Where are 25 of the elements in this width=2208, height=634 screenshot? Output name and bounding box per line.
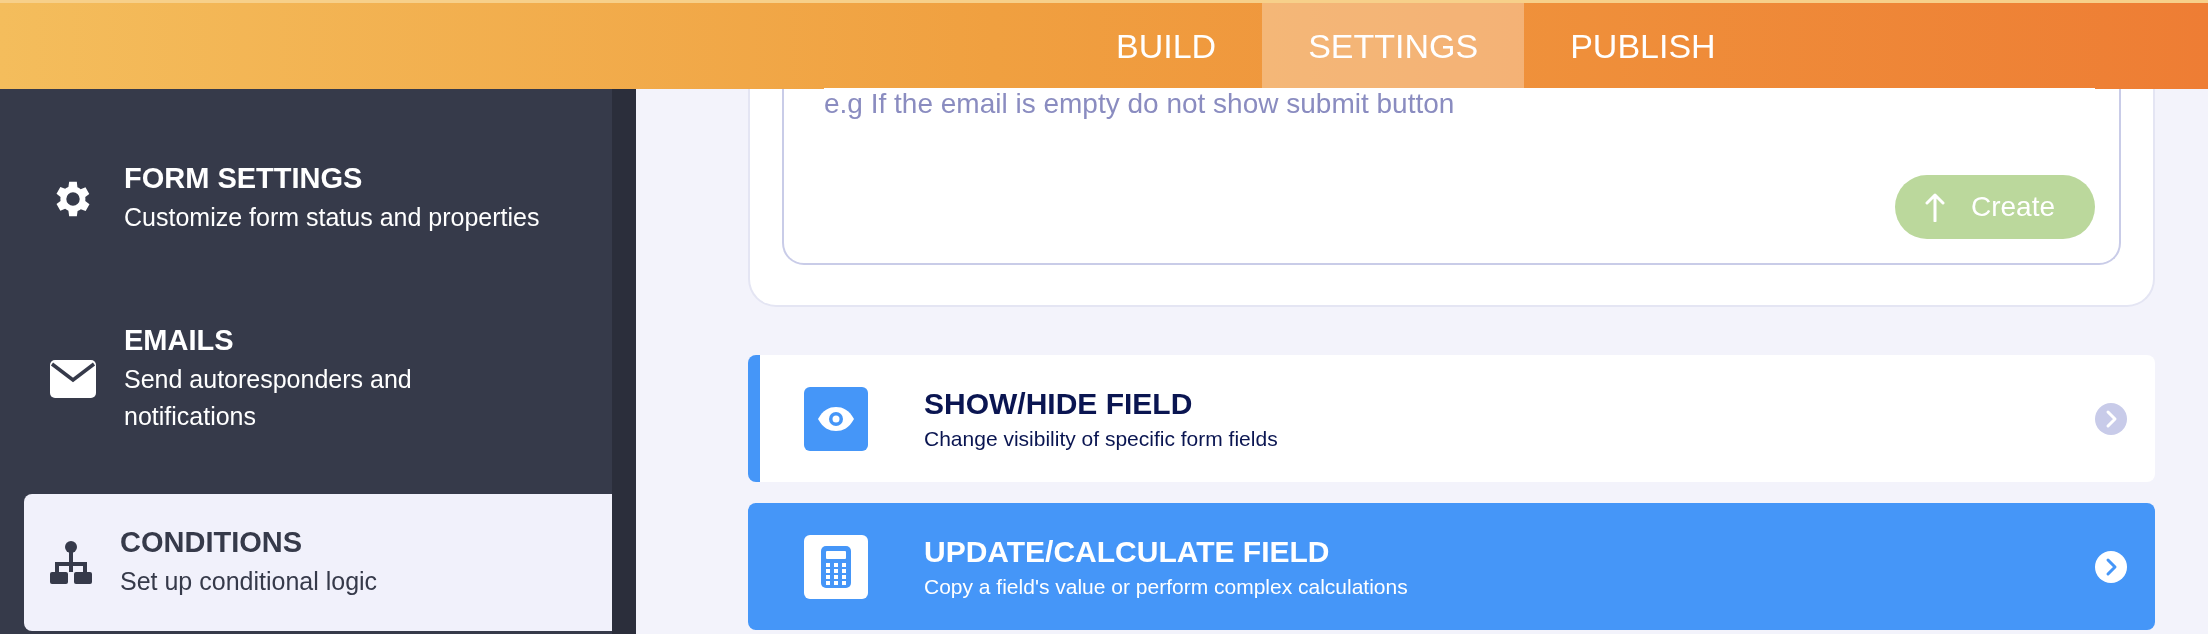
condition-type-subtitle: Change visibility of specific form fields — [924, 426, 1279, 451]
sidebar-item[interactable]: FORM SETTINGS Customize form status and properties — [24, 134, 612, 264]
hierarchy-icon — [50, 539, 92, 586]
chevron-right-icon[interactable] — [2095, 550, 2127, 583]
nav-tab[interactable]: PUBLISH — [1524, 3, 1762, 89]
sidebar-item-subtitle: Send autoresponders and notifications — [124, 363, 413, 432]
sidebar-item-subtitle: Customize form status and properties — [124, 202, 540, 233]
calculator-icon — [821, 545, 851, 588]
condition-type-title: UPDATE/CALCULATE FIELD — [924, 534, 1331, 569]
sidebar-item-title: FORM SETTINGS — [124, 162, 364, 195]
chevron-right-icon[interactable] — [2095, 402, 2127, 435]
sidebar-item[interactable]: EMAILS Send autoresponders and notifications — [24, 294, 612, 464]
sidebar-item-title: CONDITIONS — [120, 525, 304, 559]
condition-type-title: SHOW/HIDE FIELD — [924, 386, 1194, 421]
condition-type-subtitle: Copy a field's value or perform complex calculations — [924, 574, 1409, 599]
arrow-up-icon — [1924, 192, 1945, 222]
nav-tab[interactable]: BUILD — [1070, 3, 1263, 89]
condition-type-card[interactable]: SHOW/HIDE FIELD Change visibility of specific form fields — [748, 355, 2155, 482]
nav-tab[interactable]: SETTINGS — [1262, 3, 1525, 89]
sidebar-item-title: EMAILS — [124, 323, 235, 357]
condition-type-card[interactable]: UPDATE/CALCULATE FIELD Copy a field's value or perform complex calculations — [748, 503, 2155, 630]
envelope-icon — [50, 360, 96, 398]
sidebar-item-subtitle: Set up conditional logic — [120, 565, 378, 597]
sidebar-item[interactable]: CONDITIONS Set up conditional logic — [24, 494, 612, 631]
eye-icon — [817, 405, 855, 432]
